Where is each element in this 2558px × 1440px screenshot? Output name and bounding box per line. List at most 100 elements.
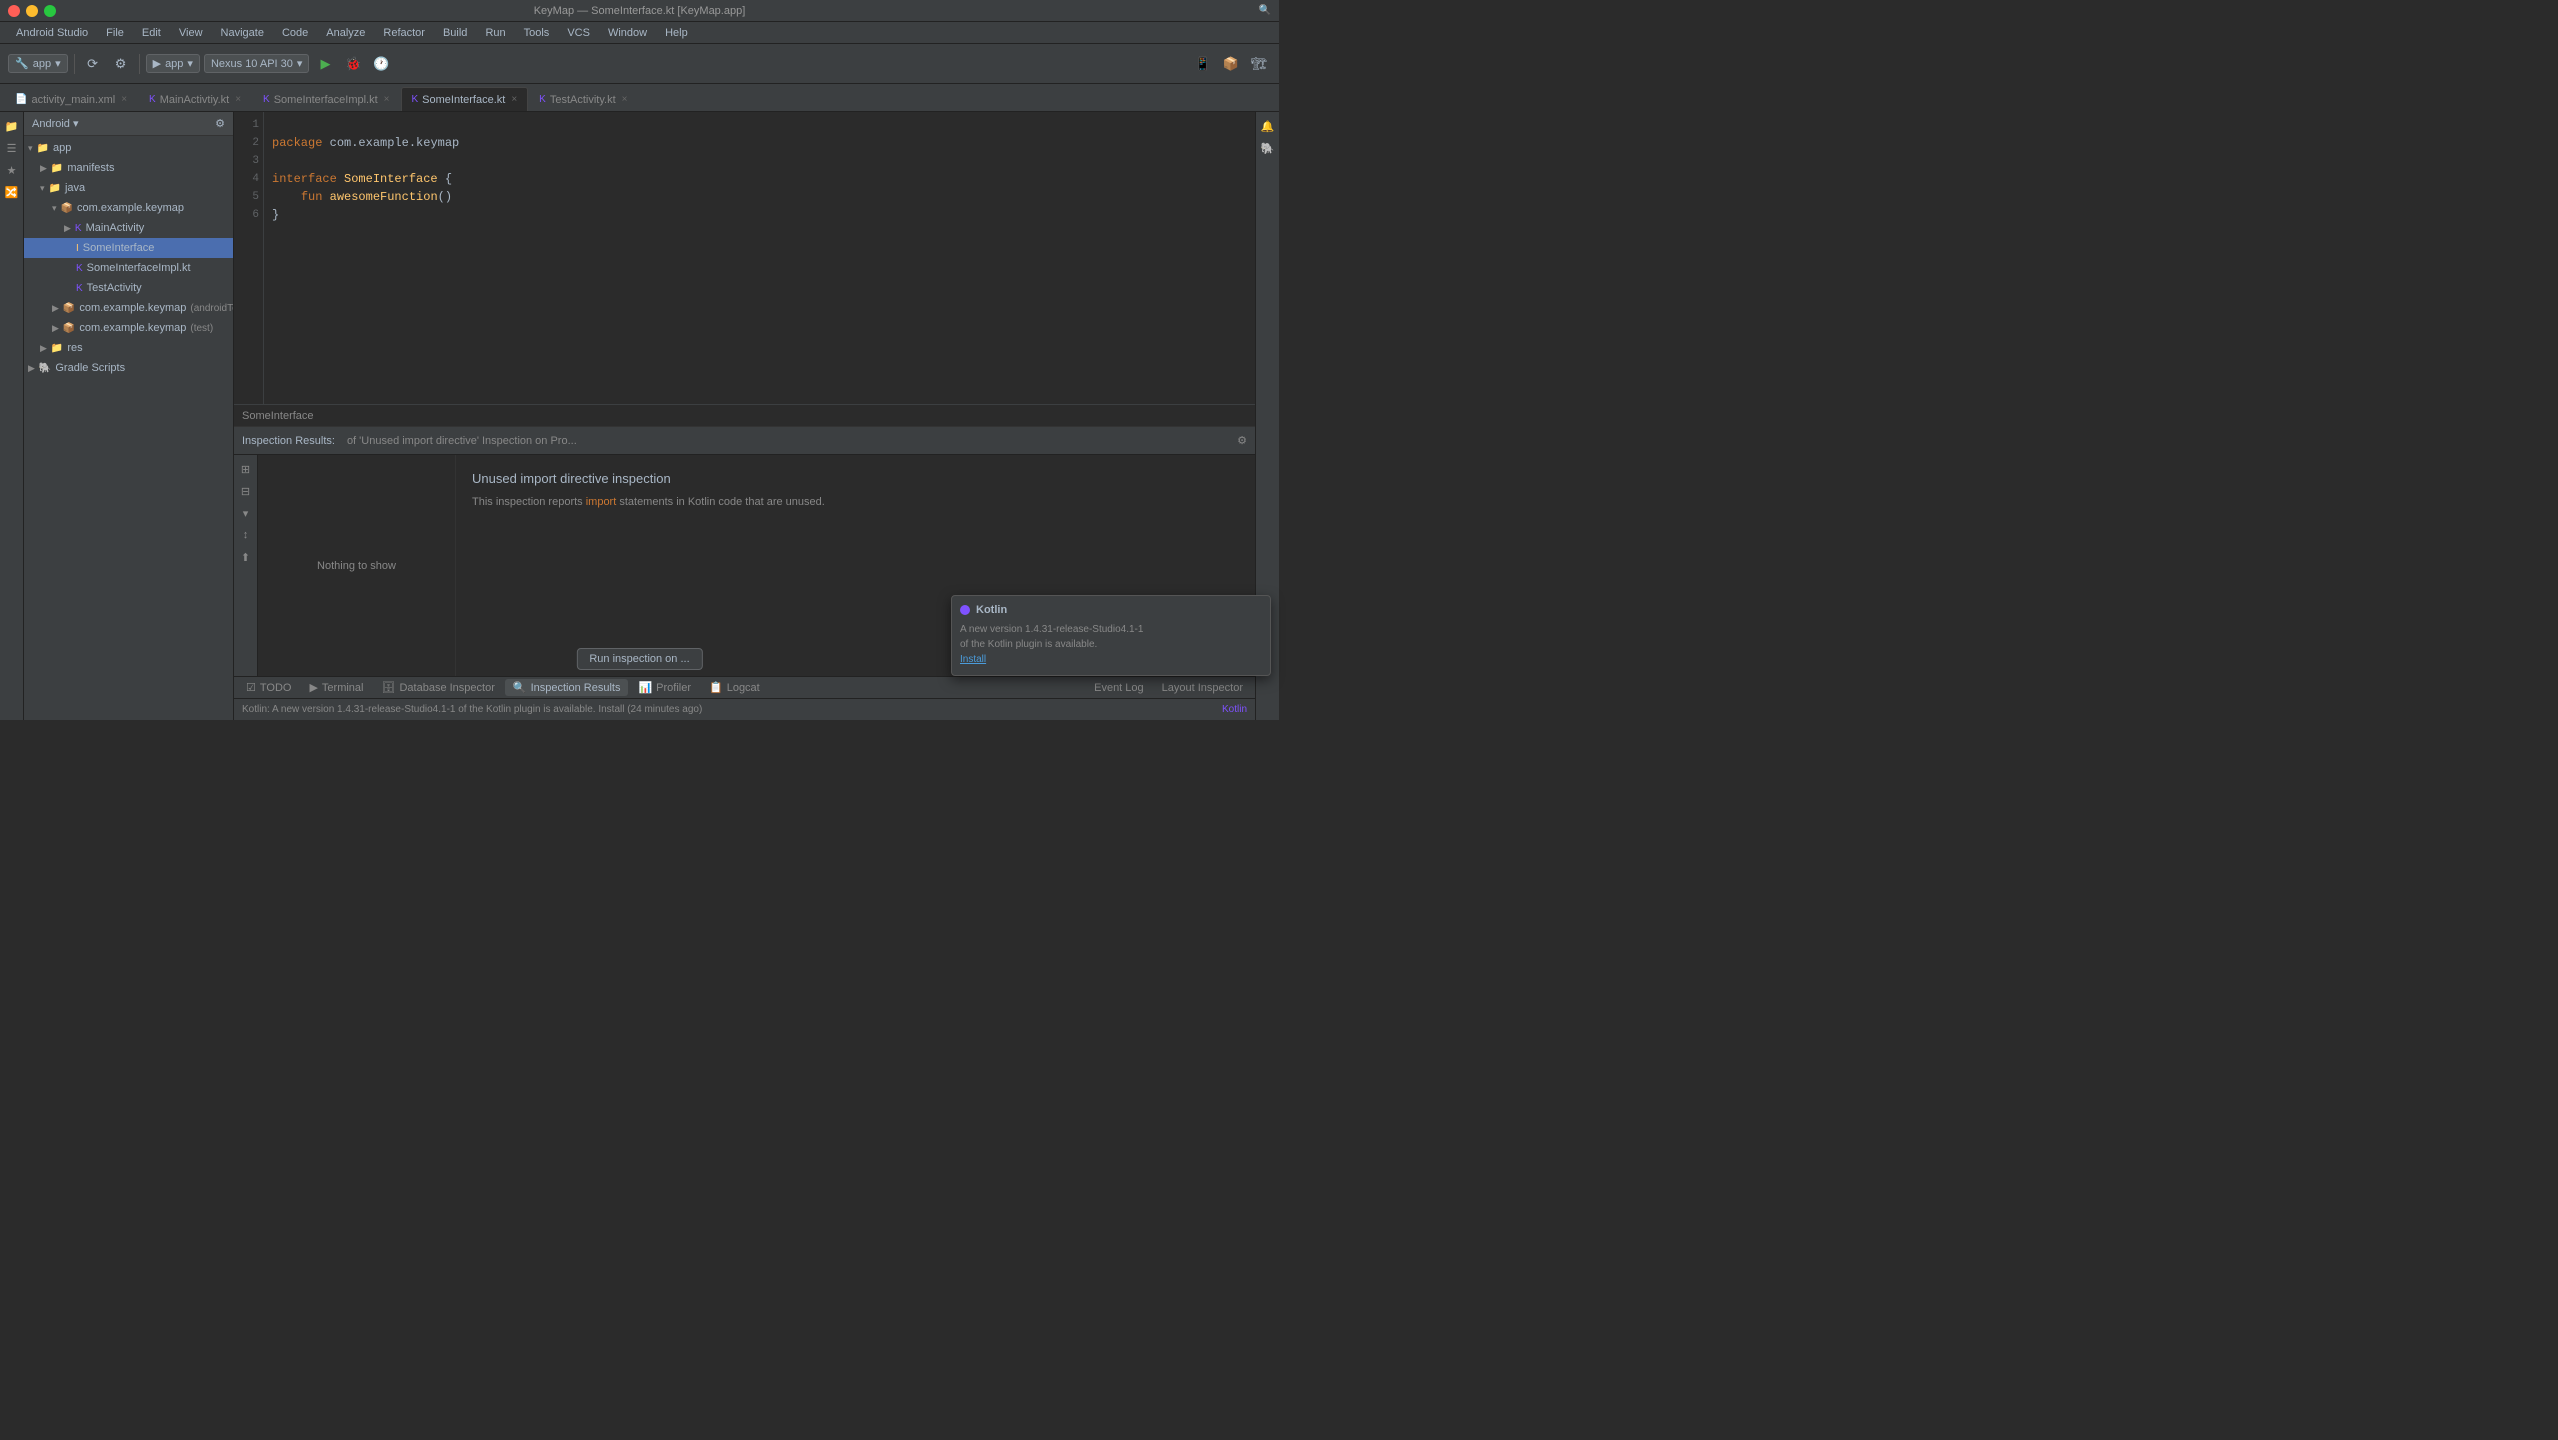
run-button[interactable]: ▶	[313, 52, 337, 76]
tree-item-someinterface[interactable]: I SomeInterface	[24, 238, 233, 258]
debug-button[interactable]: 🐞	[341, 52, 365, 76]
package-icon-main: 📦	[61, 203, 73, 214]
inspection-sort-icon[interactable]: ↕	[236, 525, 256, 545]
line-num-5: 5	[234, 188, 259, 206]
line-num-4: 4	[234, 170, 259, 188]
notification-install-link[interactable]: Install	[960, 654, 986, 665]
run-config-dropdown[interactable]: ▶ app ▾	[146, 54, 200, 73]
tree-label-java: java	[65, 182, 85, 194]
menu-android-studio[interactable]: Android Studio	[8, 25, 96, 41]
project-structure-button[interactable]: 🏗	[1247, 52, 1271, 76]
tab-database-inspector[interactable]: 🗄 Database Inspector	[374, 679, 503, 696]
menu-run[interactable]: Run	[477, 25, 513, 41]
tree-item-java[interactable]: ▾ 📁 java	[24, 178, 233, 198]
tab-todo[interactable]: ☑ TODO	[238, 679, 299, 696]
minimize-button[interactable]	[26, 5, 38, 17]
tree-item-package-main[interactable]: ▾ 📦 com.example.keymap	[24, 198, 233, 218]
structure-icon[interactable]: ☰	[2, 138, 22, 158]
project-panel-header[interactable]: Android ▾ ⚙	[24, 112, 233, 136]
java-folder-icon: 📁	[49, 183, 61, 194]
menu-help[interactable]: Help	[657, 25, 696, 41]
inspection-filter-icon[interactable]: ▾	[236, 503, 256, 523]
notifications-icon[interactable]: 🔔	[1258, 116, 1278, 136]
close-button[interactable]	[8, 5, 20, 17]
inspection-panel-tab[interactable]: of 'Unused import directive' Inspection …	[341, 433, 583, 449]
tab-label-activity-main: activity_main.xml	[31, 94, 115, 106]
tab-inspection-results[interactable]: 🔍 Inspection Results	[505, 679, 629, 696]
maximize-button[interactable]	[44, 5, 56, 17]
someinterfaceimpl-icon: K	[76, 263, 83, 274]
tab-some-interface[interactable]: K SomeInterface.kt ×	[401, 87, 529, 111]
menu-analyze[interactable]: Analyze	[318, 25, 373, 41]
sdk-manager-button[interactable]: 📦	[1219, 52, 1243, 76]
device-dropdown[interactable]: Nexus 10 API 30 ▾	[204, 54, 309, 73]
menu-window[interactable]: Window	[600, 25, 655, 41]
menu-refactor[interactable]: Refactor	[375, 25, 433, 41]
inspection-expand-icon[interactable]: ⊞	[236, 459, 256, 479]
build-variants-icon[interactable]: 🔀	[2, 182, 22, 202]
project-config-dropdown[interactable]: 🔧 app ▾	[8, 54, 68, 73]
tree-item-mainactivity[interactable]: ▶ K MainActivity	[24, 218, 233, 238]
file-tabs: 📄 activity_main.xml × K MainActivtiy.kt …	[0, 84, 1279, 112]
project-panel-gear[interactable]: ⚙	[215, 117, 225, 130]
tab-terminal[interactable]: ▶ Terminal	[301, 679, 371, 696]
res-folder-icon: 📁	[51, 343, 63, 354]
tree-item-package-androidtest[interactable]: ▶ 📦 com.example.keymap (androidTest)	[24, 298, 233, 318]
tab-terminal-label: Terminal	[322, 682, 364, 694]
tab-layout-inspector[interactable]: Layout Inspector	[1154, 680, 1251, 696]
tree-item-testactivity[interactable]: K TestActivity	[24, 278, 233, 298]
android-dropdown-label[interactable]: Android ▾	[32, 117, 79, 130]
menu-code[interactable]: Code	[274, 25, 316, 41]
app-folder-icon: 📁	[37, 143, 49, 154]
tree-item-res[interactable]: ▶ 📁 res	[24, 338, 233, 358]
tab-activity-main-xml[interactable]: 📄 activity_main.xml ×	[4, 87, 138, 111]
menu-build[interactable]: Build	[435, 25, 475, 41]
tree-label-test: com.example.keymap	[79, 322, 186, 334]
profile-button[interactable]: 🕐	[369, 52, 393, 76]
notification-line1: A new version 1.4.31-release-Studio4.1-1	[960, 624, 1143, 635]
tab-logcat[interactable]: 📋 Logcat	[701, 679, 768, 696]
inspection-collapse-icon[interactable]: ⊟	[236, 481, 256, 501]
title-bar: KeyMap — SomeInterface.kt [KeyMap.app] 🔍	[0, 0, 1279, 22]
tab-close-some-interface-impl[interactable]: ×	[384, 94, 390, 105]
favorites-icon[interactable]: ★	[2, 160, 22, 180]
tab-profiler-label: Profiler	[656, 682, 691, 694]
avd-manager-button[interactable]: 📱	[1191, 52, 1215, 76]
tab-event-log[interactable]: Event Log	[1086, 680, 1152, 696]
code-line-6: }	[272, 206, 1247, 224]
gradle-sidebar-icon[interactable]: 🐘	[1258, 138, 1278, 158]
tab-some-interface-impl[interactable]: K SomeInterfaceImpl.kt ×	[252, 87, 400, 111]
code-editor[interactable]: package com.example.keymap interface Som…	[264, 112, 1255, 404]
project-icon[interactable]: 📁	[2, 116, 22, 136]
tab-test-activity[interactable]: K TestActivity.kt ×	[528, 87, 638, 111]
menu-file[interactable]: File	[98, 25, 132, 41]
inspection-settings-icon[interactable]: ⚙	[1237, 434, 1247, 447]
terminal-icon: ▶	[309, 681, 317, 694]
sync-button[interactable]: ⟳	[81, 52, 105, 76]
tab-profiler[interactable]: 📊 Profiler	[630, 679, 699, 696]
tab-close-some-interface[interactable]: ×	[511, 94, 517, 105]
tree-item-app[interactable]: ▾ 📁 app	[24, 138, 233, 158]
menu-edit[interactable]: Edit	[134, 25, 169, 41]
menu-view[interactable]: View	[171, 25, 211, 41]
tree-item-manifests[interactable]: ▶ 📁 manifests	[24, 158, 233, 178]
tab-close-test-activity[interactable]: ×	[622, 94, 628, 105]
inspection-results-icon: 🔍	[513, 681, 527, 694]
tab-main-activity-kt[interactable]: K MainActivtiy.kt ×	[138, 87, 252, 111]
menu-tools[interactable]: Tools	[516, 25, 558, 41]
tree-item-package-test[interactable]: ▶ 📦 com.example.keymap (test)	[24, 318, 233, 338]
menu-navigate[interactable]: Navigate	[213, 25, 272, 41]
notification-line2: of the Kotlin plugin is available.	[960, 639, 1097, 650]
inspection-export-icon[interactable]: ⬆	[236, 547, 256, 567]
search-icon[interactable]: 🔍	[1259, 5, 1271, 16]
notification-title: Kotlin	[976, 604, 1007, 616]
tree-item-gradle[interactable]: ▶ 🐘 Gradle Scripts	[24, 358, 233, 378]
tab-label-some-interface-impl: SomeInterfaceImpl.kt	[274, 94, 378, 106]
menu-vcs[interactable]: VCS	[559, 25, 598, 41]
tree-item-someinterfaceimpl[interactable]: K SomeInterfaceImpl.kt	[24, 258, 233, 278]
run-inspection-button[interactable]: Run inspection on ...	[576, 648, 702, 670]
tab-label-main-activity: MainActivtiy.kt	[160, 94, 229, 106]
tab-close-main-activity[interactable]: ×	[235, 94, 241, 105]
settings-button[interactable]: ⚙	[109, 52, 133, 76]
tab-close-activity-main[interactable]: ×	[121, 94, 127, 105]
